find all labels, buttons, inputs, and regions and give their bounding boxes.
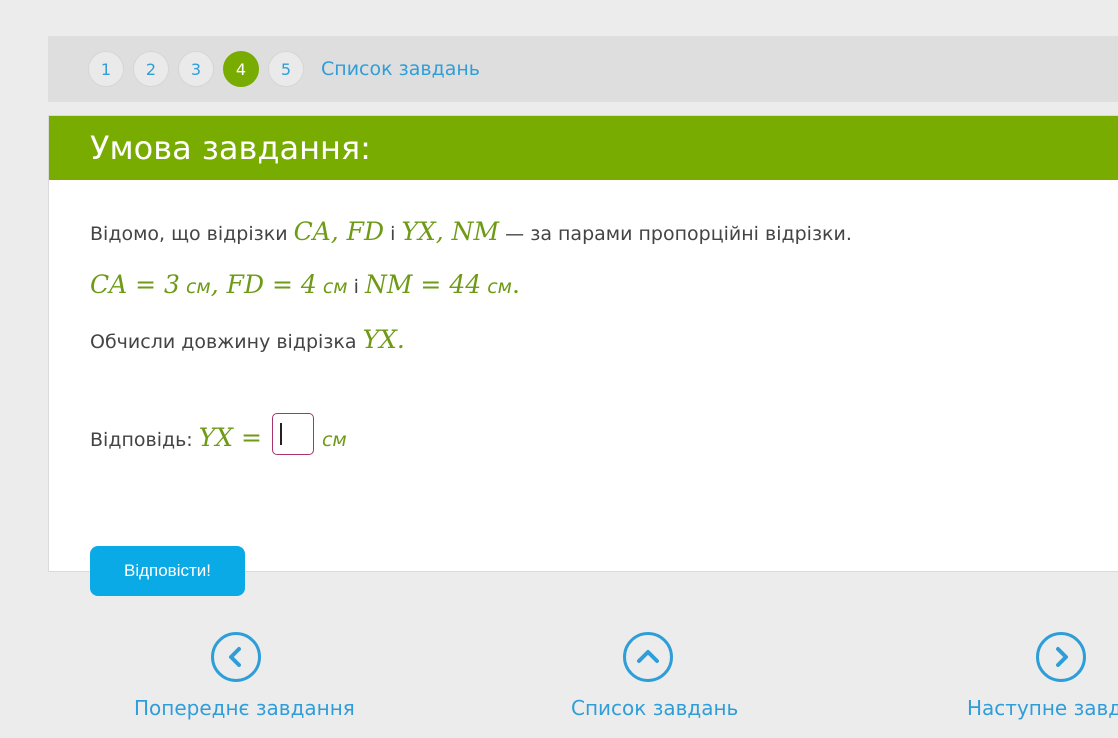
math-target-segment: YX. <box>362 325 405 354</box>
task-card: Умова завдання: Відомо, що відрізки CA, … <box>48 115 1118 596</box>
task-pagination: 1 2 3 4 5 Список завдань <box>88 36 480 102</box>
task-list-nav[interactable]: Список завдань <box>571 632 738 720</box>
math-nm: NM = 44 <box>365 270 482 299</box>
next-task-nav[interactable]: Наступне завдання <box>967 632 1118 720</box>
chevron-up-icon <box>623 632 673 682</box>
task-tabbar: 1 2 3 4 5 Список завдань <box>48 36 1118 102</box>
answer-unit: см <box>321 429 347 451</box>
unit-label: см <box>487 276 512 298</box>
previous-task-nav[interactable]: Попереднє завдання <box>134 632 355 720</box>
page-button-3[interactable]: 3 <box>178 51 214 87</box>
task-list-link[interactable]: Список завдань <box>321 58 480 80</box>
task-condition-title: Умова завдання: <box>49 116 1118 180</box>
page-button-5[interactable]: 5 <box>268 51 304 87</box>
answer-input[interactable] <box>271 413 314 455</box>
math-segments-2: YX, NM <box>401 217 500 246</box>
text-caret <box>279 423 282 445</box>
answer-expression: YX = <box>198 423 262 452</box>
problem-line-1: Відомо, що відрізки CA, FD і YX, NM — за… <box>90 217 852 246</box>
chevron-right-icon <box>1036 632 1086 682</box>
answer-row: Відповідь: YX = см <box>90 404 347 455</box>
page-button-1[interactable]: 1 <box>88 51 124 87</box>
answer-label: Відповідь: <box>90 429 193 451</box>
conjunction: і <box>390 223 396 245</box>
unit-label: см <box>322 276 348 298</box>
math-fd: , FD = 4 <box>210 270 317 299</box>
problem-line-2: CA = 3 см , FD = 4 см і NM = 44 см. <box>90 270 520 299</box>
conjunction: і <box>353 276 359 298</box>
problem-text: — за парами пропорційні відрізки. <box>505 223 852 245</box>
math-period: . <box>511 270 520 299</box>
problem-text: Відомо, що відрізки <box>90 223 288 245</box>
problem-question: Обчисли довжину відрізка <box>90 331 357 353</box>
unit-label: см <box>185 276 211 298</box>
submit-answer-button[interactable]: Відповісти! <box>90 546 245 596</box>
next-task-label: Наступне завдання <box>967 696 1118 720</box>
math-ca: CA = 3 <box>90 270 180 299</box>
page-button-4[interactable]: 4 <box>223 51 259 87</box>
task-list-label: Список завдань <box>571 696 739 720</box>
previous-task-label: Попереднє завдання <box>134 696 355 720</box>
math-segments-1: CA, FD <box>293 217 385 246</box>
chevron-left-icon <box>210 632 261 682</box>
problem-line-3: Обчисли довжину відрізка YX. <box>90 325 405 354</box>
page-button-2[interactable]: 2 <box>133 51 169 87</box>
